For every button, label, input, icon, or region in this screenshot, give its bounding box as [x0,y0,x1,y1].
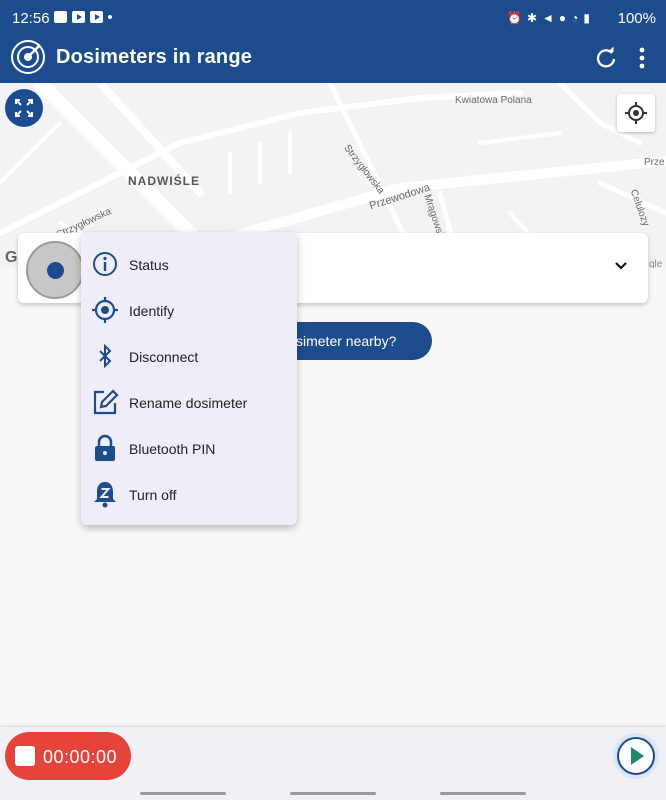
youtube-icon [72,11,85,23]
dosimeter-status-icon [47,262,64,279]
google-logo-fragment: G [5,249,18,266]
stop-icon [15,746,35,766]
status-time: 12:56 [12,10,50,27]
mute-icon: ◄ [542,11,554,25]
alarm-icon: ⏰ [506,11,522,25]
lock-icon [95,434,115,461]
bluetooth-icon [99,343,112,369]
fullscreen-button[interactable] [5,89,43,127]
bell-z-icon [94,482,116,508]
record-timer: 00:00:00 [43,747,118,767]
notification-icons [54,11,112,23]
crosshair-icon [625,102,647,124]
nav-handle [290,792,376,795]
chevron-down-icon[interactable] [613,260,629,272]
menu-item-label: Rename dosimeter [129,395,248,411]
play-button[interactable] [613,733,659,779]
dosimeter-avatar[interactable] [26,241,84,299]
edit-icon [93,389,119,415]
app-bar: Dosimeters in range [0,36,666,83]
battery-level: 100% [617,10,656,27]
menu-item-label: Identify [129,303,175,319]
menu-item-rename[interactable]: Rename dosimeter [81,378,297,424]
menu-item-status[interactable]: Status [81,240,297,286]
nav-handle [140,792,226,795]
dosimeter-context-menu: Status Identify Disconnect Rename dosime… [81,232,297,525]
target-icon [92,297,118,323]
district-label: NADWIŚLE [128,174,200,188]
menu-item-identify[interactable]: Identify [81,286,297,332]
find-nearby-label: simeter nearby? [296,333,397,349]
menu-item-label: Disconnect [129,349,199,365]
image-icon [54,11,67,23]
play-icon [631,747,644,765]
street-label: Prze [644,157,665,168]
menu-item-label: Turn off [129,487,177,503]
menu-item-label: Bluetooth PIN [129,441,216,457]
youtube-icon [90,11,103,23]
page-title: Dosimeters in range [56,46,253,68]
nav-handle [440,792,526,795]
more-notifications-icon [108,15,112,19]
system-icons: ⏰ ✱ ◄ ● ◔ ▮ [507,11,590,25]
radar-logo-icon [11,40,45,74]
refresh-icon[interactable] [594,46,618,70]
expand-icon [15,99,33,117]
menu-item-label: Status [129,257,169,273]
google-logo-fragment: gle [649,259,663,268]
menu-item-bluetooth-pin[interactable]: Bluetooth PIN [81,424,297,470]
more-options-icon[interactable] [632,45,652,71]
my-location-button[interactable] [617,94,655,132]
status-bar: 12:56 ⏰ ✱ ◄ ● ◔ ▮ 100% [0,0,666,36]
bluetooth-status-icon: ✱ [526,11,537,25]
wifi-icon: ◔ [571,11,579,25]
street-label: Kwiatowa Polana [455,95,532,106]
record-button[interactable]: 00:00:00 [5,732,131,780]
menu-item-turn-off[interactable]: Turn off [81,470,297,516]
location-icon: ● [558,11,567,25]
menu-item-disconnect[interactable]: Disconnect [81,332,297,378]
signal-icon: ▮ [583,11,590,25]
info-icon [93,252,117,276]
bottom-bar: 00:00:00 [0,727,666,800]
